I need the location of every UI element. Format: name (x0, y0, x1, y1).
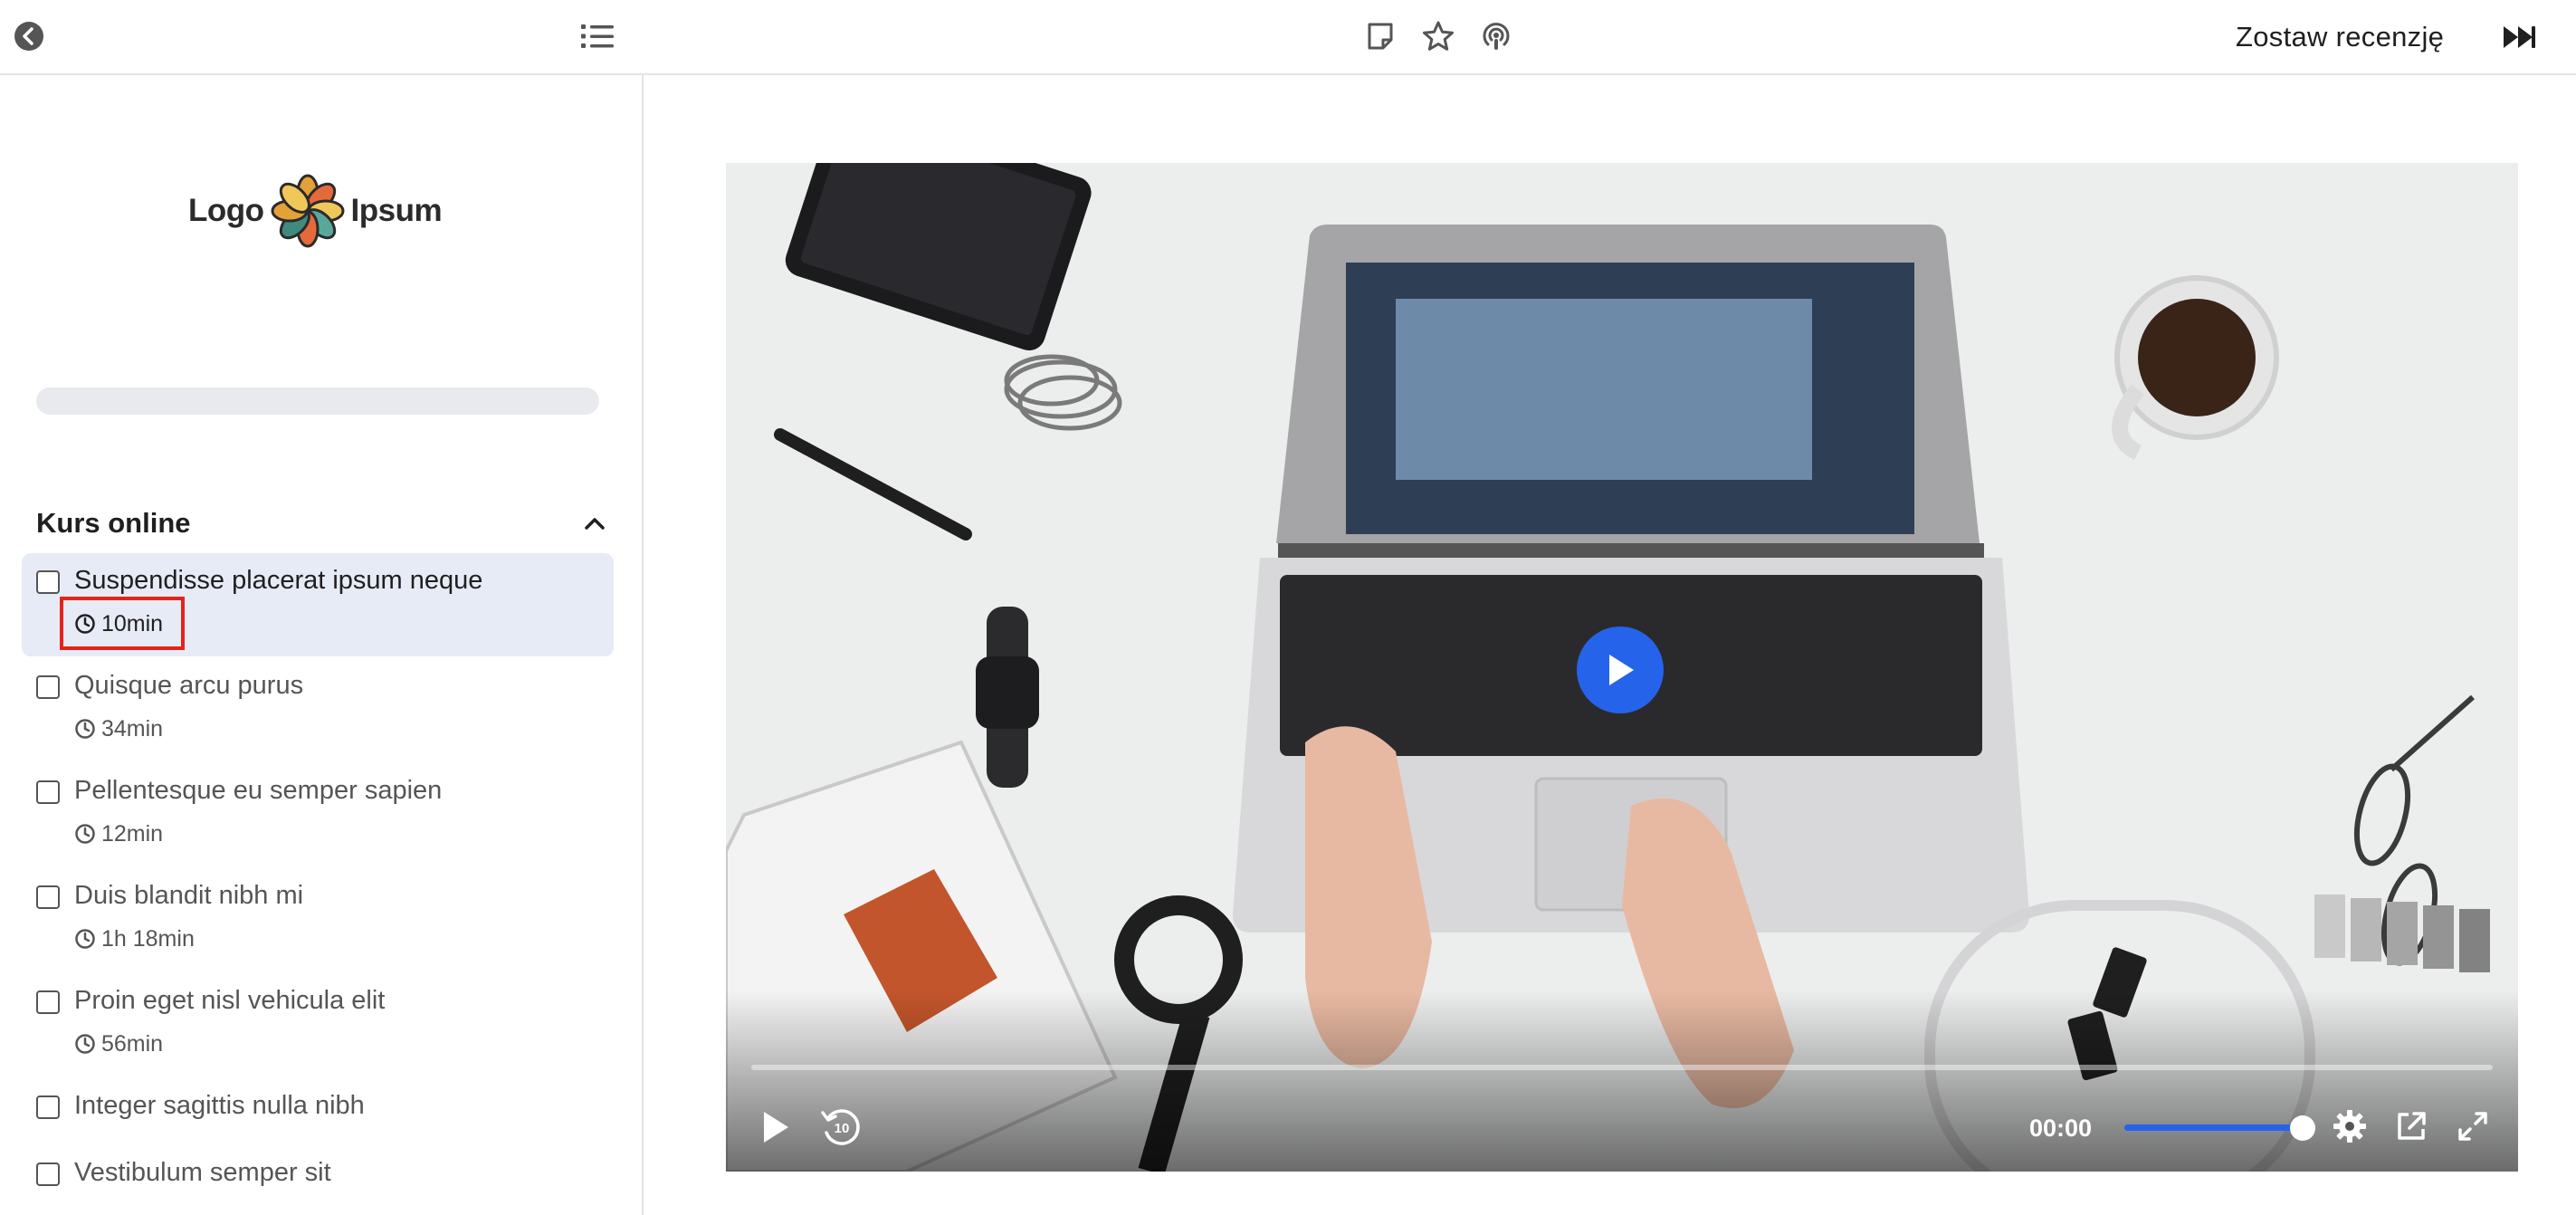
lesson-item[interactable]: Quisque arcu purus 34min (22, 658, 614, 761)
lesson-title: Integer sagittis nulla nibh (74, 1091, 365, 1120)
lesson-title: Proin eget nisl vehicula elit (74, 986, 386, 1015)
note-icon[interactable] (1362, 18, 1398, 54)
section-header[interactable]: Kurs online (36, 501, 608, 546)
lesson-duration: 1h 18min (74, 923, 195, 955)
clock-icon (75, 614, 95, 634)
course-progress-bar (36, 387, 599, 415)
logo: Logo Ipsum (188, 170, 443, 252)
play-icon (764, 1112, 788, 1143)
lesson-item[interactable]: Proin eget nisl vehicula elit 56min (22, 973, 614, 1076)
star-icon[interactable] (1419, 17, 1457, 55)
lesson-duration: 12min (74, 818, 163, 850)
clock-icon (75, 1034, 95, 1054)
lesson-duration: 10min (74, 608, 163, 640)
lesson-title: Quisque arcu purus (74, 671, 304, 700)
podcast-icon[interactable] (1477, 17, 1515, 55)
course-sidebar: Logo Ipsum Kurs online Suspendisse place… (0, 75, 644, 1215)
play-icon (1609, 655, 1634, 685)
logo-text-right: Ipsum (350, 193, 443, 228)
lesson-checkbox[interactable] (36, 1095, 60, 1119)
lesson-item[interactable]: Vestibulum semper sit (22, 1145, 614, 1215)
lesson-title: Duis blandit nibh mi (74, 881, 304, 910)
lesson-checkbox[interactable] (36, 990, 60, 1014)
lesson-checkbox[interactable] (36, 570, 60, 594)
external-link-icon (2398, 1112, 2426, 1140)
lesson-duration-text: 56min (101, 1030, 164, 1057)
rewind-10-icon: 10 (821, 1109, 860, 1145)
lesson-title: Suspendisse placerat ipsum neque (74, 566, 483, 595)
popout-button[interactable] (2390, 1105, 2433, 1148)
section-title: Kurs online (36, 507, 191, 539)
lesson-checkbox[interactable] (36, 675, 60, 699)
clock-icon (75, 929, 95, 949)
lesson-checkbox[interactable] (36, 780, 60, 804)
seek-bar[interactable] (751, 1065, 2493, 1070)
fast-forward-icon[interactable] (2498, 18, 2540, 56)
lesson-duration-text: 1h 18min (101, 925, 195, 952)
flower-logo-icon (271, 174, 345, 248)
lesson-duration-text: 34min (101, 715, 164, 741)
volume-slider-handle[interactable] (2290, 1115, 2315, 1141)
rewind-seconds-label: 10 (835, 1121, 850, 1136)
leave-review-button[interactable]: Zostaw recenzję (2236, 20, 2444, 54)
lesson-duration: 56min (74, 1028, 163, 1060)
lesson-item[interactable]: Duis blandit nibh mi 1h 18min (22, 868, 614, 971)
clock-icon (75, 719, 95, 739)
lesson-item[interactable]: Pellentesque eu semper sapien 12min (22, 763, 614, 866)
lesson-checkbox[interactable] (36, 1162, 60, 1186)
clock-icon (75, 824, 95, 844)
lesson-duration: 34min (74, 713, 163, 745)
chevron-up-icon[interactable] (581, 510, 608, 537)
lesson-duration-text: 12min (101, 820, 164, 847)
lesson-item[interactable]: Suspendisse placerat ipsum neque 10min (22, 553, 614, 656)
fullscreen-icon (2458, 1112, 2487, 1141)
lesson-title: Vestibulum semper sit (74, 1158, 331, 1187)
logo-text-left: Logo (188, 193, 264, 228)
video-player[interactable]: 10 00:00 (726, 163, 2518, 1172)
volume-slider[interactable] (2124, 1124, 2296, 1131)
play-button[interactable] (753, 1105, 798, 1150)
settings-button[interactable] (2328, 1105, 2371, 1148)
fullscreen-button[interactable] (2451, 1105, 2495, 1148)
lesson-checkbox[interactable] (36, 885, 60, 909)
play-button-large[interactable] (1577, 627, 1664, 713)
list-icon[interactable] (579, 18, 615, 54)
lesson-title: Pellentesque eu semper sapien (74, 776, 443, 805)
controls-overlay (726, 990, 2518, 1172)
rewind-10-button[interactable]: 10 (816, 1103, 865, 1152)
top-bar: Zostaw recenzję (0, 0, 2576, 75)
lesson-duration-text: 10min (101, 610, 164, 636)
gear-icon (2333, 1110, 2366, 1143)
back-circle-icon[interactable] (13, 20, 45, 53)
current-time: 00:00 (2029, 1115, 2093, 1142)
